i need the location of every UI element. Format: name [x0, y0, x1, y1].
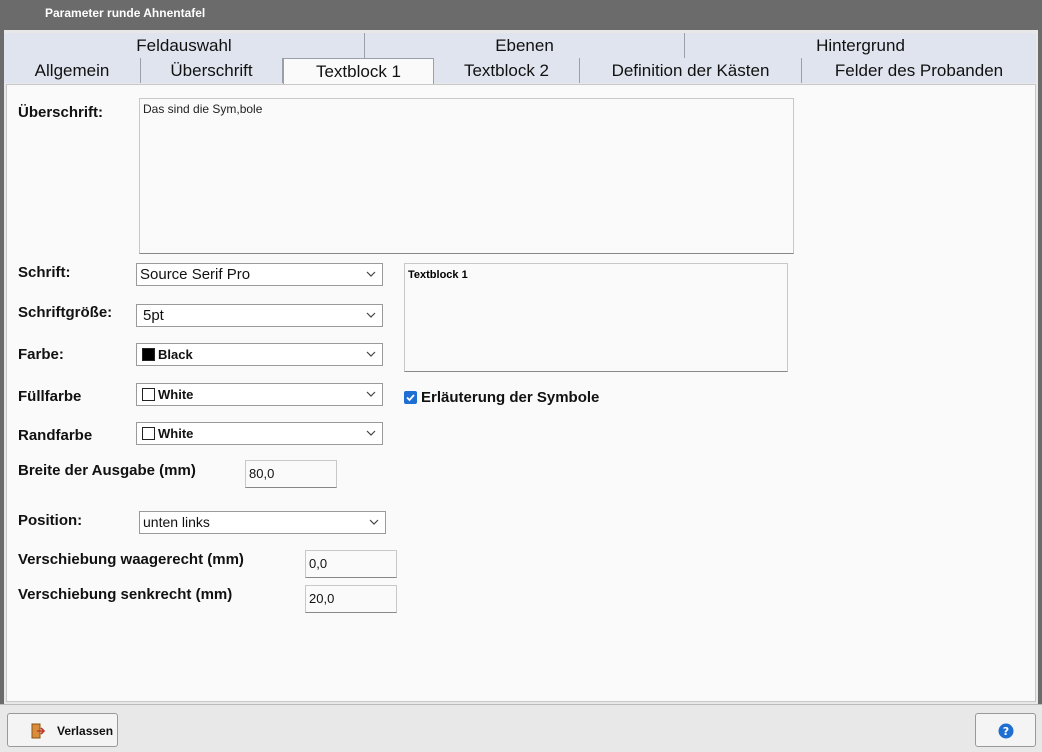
verlassen-label: Verlassen [57, 724, 114, 738]
breite-input[interactable]: 80,0 [245, 460, 337, 488]
verlassen-button[interactable]: Verlassen [7, 713, 118, 747]
button-bar: Verlassen ? [0, 704, 1042, 752]
window-title: Parameter runde Ahnentafel [45, 6, 206, 20]
help-button[interactable]: ? [975, 713, 1036, 747]
tab-ebenen[interactable]: Ebenen [365, 33, 685, 58]
chevron-down-icon [366, 430, 376, 436]
randfarbe-value: White [158, 426, 194, 441]
chevron-down-icon [366, 312, 376, 318]
tab-ueberschrift[interactable]: Überschrift [141, 58, 283, 83]
farbe-select[interactable]: Black [136, 343, 383, 366]
schrift-label: Schrift: [18, 264, 71, 281]
schriftgroesse-label: Schriftgröße: [18, 304, 113, 321]
verschiebung-senkrecht-label: Verschiebung senkrecht (mm) [18, 586, 233, 603]
chevron-down-icon [366, 391, 376, 397]
tab-textblock-2[interactable]: Textblock 2 [434, 58, 580, 83]
svg-text:?: ? [1003, 725, 1009, 738]
position-select[interactable]: unten links [139, 511, 386, 534]
schrift-value: Source Serif Pro [140, 266, 251, 283]
tab-hintergrund[interactable]: Hintergrund [685, 33, 1036, 58]
tab-felder-des-probanden[interactable]: Felder des Probanden [802, 58, 1036, 83]
schriftgroesse-select[interactable]: 5pt [136, 304, 383, 327]
fuellfarbe-value: White [158, 387, 194, 402]
verschiebung-waagerecht-input[interactable]: 0,0 [305, 550, 397, 578]
tab-row-1: Feldauswahl Ebenen Hintergrund [4, 33, 1036, 58]
tab-allgemein[interactable]: Allgemein [4, 58, 141, 83]
schrift-select[interactable]: Source Serif Pro [136, 263, 383, 286]
breite-label: Breite der Ausgabe (mm) [18, 462, 196, 479]
ueberschrift-textarea[interactable]: Das sind die Sym,bole [139, 98, 794, 254]
tab-definition-der-kaesten[interactable]: Definition der Kästen [580, 58, 802, 83]
fuellfarbe-swatch [142, 388, 155, 401]
tab-feldauswahl[interactable]: Feldauswahl [4, 33, 365, 58]
ueberschrift-label: Überschrift: [18, 104, 104, 121]
exit-door-icon [31, 723, 46, 739]
randfarbe-label: Randfarbe [18, 427, 93, 444]
randfarbe-swatch [142, 427, 155, 440]
farbe-value: Black [158, 347, 193, 362]
position-label: Position: [18, 512, 83, 529]
schriftgroesse-value: 5pt [143, 307, 164, 324]
chevron-down-icon [366, 271, 376, 277]
fuellfarbe-select[interactable]: White [136, 383, 383, 406]
help-icon: ? [998, 723, 1014, 739]
farbe-swatch [142, 348, 155, 361]
fuellfarbe-label: Füllfarbe [18, 388, 82, 405]
title-bar: Parameter runde Ahnentafel [0, 0, 1042, 30]
textblock-preview: Textblock 1 [404, 263, 788, 372]
verschiebung-waagerecht-label: Verschiebung waagerecht (mm) [18, 551, 244, 568]
verschiebung-senkrecht-input[interactable]: 20,0 [305, 585, 397, 613]
randfarbe-select[interactable]: White [136, 422, 383, 445]
position-value: unten links [143, 514, 210, 530]
erlaeuterung-checkbox[interactable] [404, 391, 417, 404]
farbe-label: Farbe: [18, 346, 64, 363]
tab-textblock-1[interactable]: Textblock 1 [283, 58, 434, 85]
erlaeuterung-label[interactable]: Erläuterung der Symbole [421, 389, 599, 406]
chevron-down-icon [366, 351, 376, 357]
tab-row-2: Allgemein Überschrift Textblock 1 Textbl… [4, 58, 1036, 85]
chevron-down-icon [369, 519, 379, 525]
check-icon [406, 394, 415, 402]
